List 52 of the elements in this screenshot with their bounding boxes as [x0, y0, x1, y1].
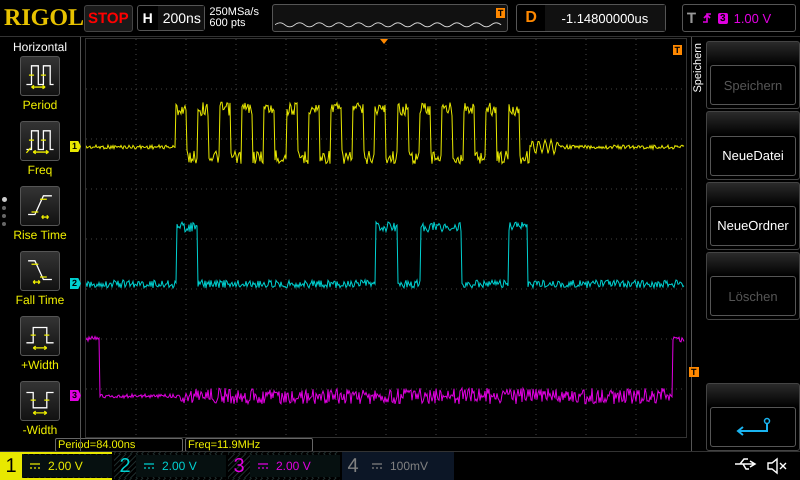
measure-label: Fall Time	[16, 293, 64, 307]
memory-depth: 600 pts	[209, 18, 247, 29]
page-dot	[2, 197, 7, 202]
dc-coupling-icon	[30, 463, 40, 469]
delay-value: -1.14800000us	[544, 5, 665, 31]
timebase-panel[interactable]: H 200ns	[136, 5, 206, 31]
channel-tab[interactable]: 4 100mV	[342, 452, 454, 480]
menu-title: Horizontal	[12, 40, 68, 54]
delay-panel[interactable]: D -1.14800000us	[516, 4, 666, 32]
trigger-key: T	[686, 10, 696, 26]
run-stop-status[interactable]: STOP	[84, 4, 133, 32]
softkey[interactable]: NeueOrdner	[706, 182, 800, 250]
measure-label: -Width	[22, 423, 58, 437]
measure-button[interactable]	[20, 56, 60, 96]
usb-icon	[734, 457, 758, 471]
dc-coupling-icon	[258, 463, 268, 469]
trigger-level-marker: T	[689, 367, 698, 377]
delay-key: D	[517, 9, 545, 27]
measure-button[interactable]	[20, 121, 60, 161]
measure-button[interactable]	[20, 251, 60, 291]
measure-label: Period	[22, 98, 58, 112]
trigger-marker: T	[672, 45, 682, 55]
trigger-panel[interactable]: T 3 1.00 V	[682, 4, 796, 32]
trigger-position-arrow	[380, 39, 388, 44]
measure-button[interactable]	[20, 381, 60, 421]
trigger-level: 1.00 V	[734, 10, 772, 26]
timebase-value: 200ns	[158, 6, 204, 30]
channel-tab[interactable]: 3 2.00 V	[228, 452, 340, 480]
back-softkey[interactable]	[706, 382, 800, 452]
channel-marker[interactable]: 3	[70, 390, 82, 401]
measure-button[interactable]	[20, 186, 60, 226]
measure-label: +Width	[21, 358, 59, 372]
dc-coupling-icon	[372, 463, 382, 469]
horizontal-key: H	[138, 10, 158, 26]
channel-marker[interactable]: 1	[70, 141, 82, 152]
page-dot	[2, 214, 6, 218]
measure-label: Freq	[28, 163, 52, 177]
muted-speaker-icon	[766, 457, 788, 475]
channel-marker[interactable]: 2	[70, 278, 82, 289]
page-dot	[2, 222, 6, 226]
page-dot	[2, 206, 6, 210]
trigger-marker: T	[496, 8, 506, 18]
dc-coupling-icon	[144, 463, 154, 469]
menu-title: Speichern	[692, 42, 705, 95]
channel-tab[interactable]: 2 2.00 V	[114, 452, 226, 480]
channel-tab[interactable]: 1 2.00 V	[0, 452, 112, 480]
trigger-source: 3	[718, 12, 728, 24]
softkey[interactable]: NeueDatei	[706, 111, 800, 180]
measure-button[interactable]	[20, 316, 60, 356]
rising-edge-icon	[702, 11, 712, 25]
measure-label: Rise Time	[13, 228, 67, 242]
sample-rate: 250MSa/s	[209, 7, 260, 18]
